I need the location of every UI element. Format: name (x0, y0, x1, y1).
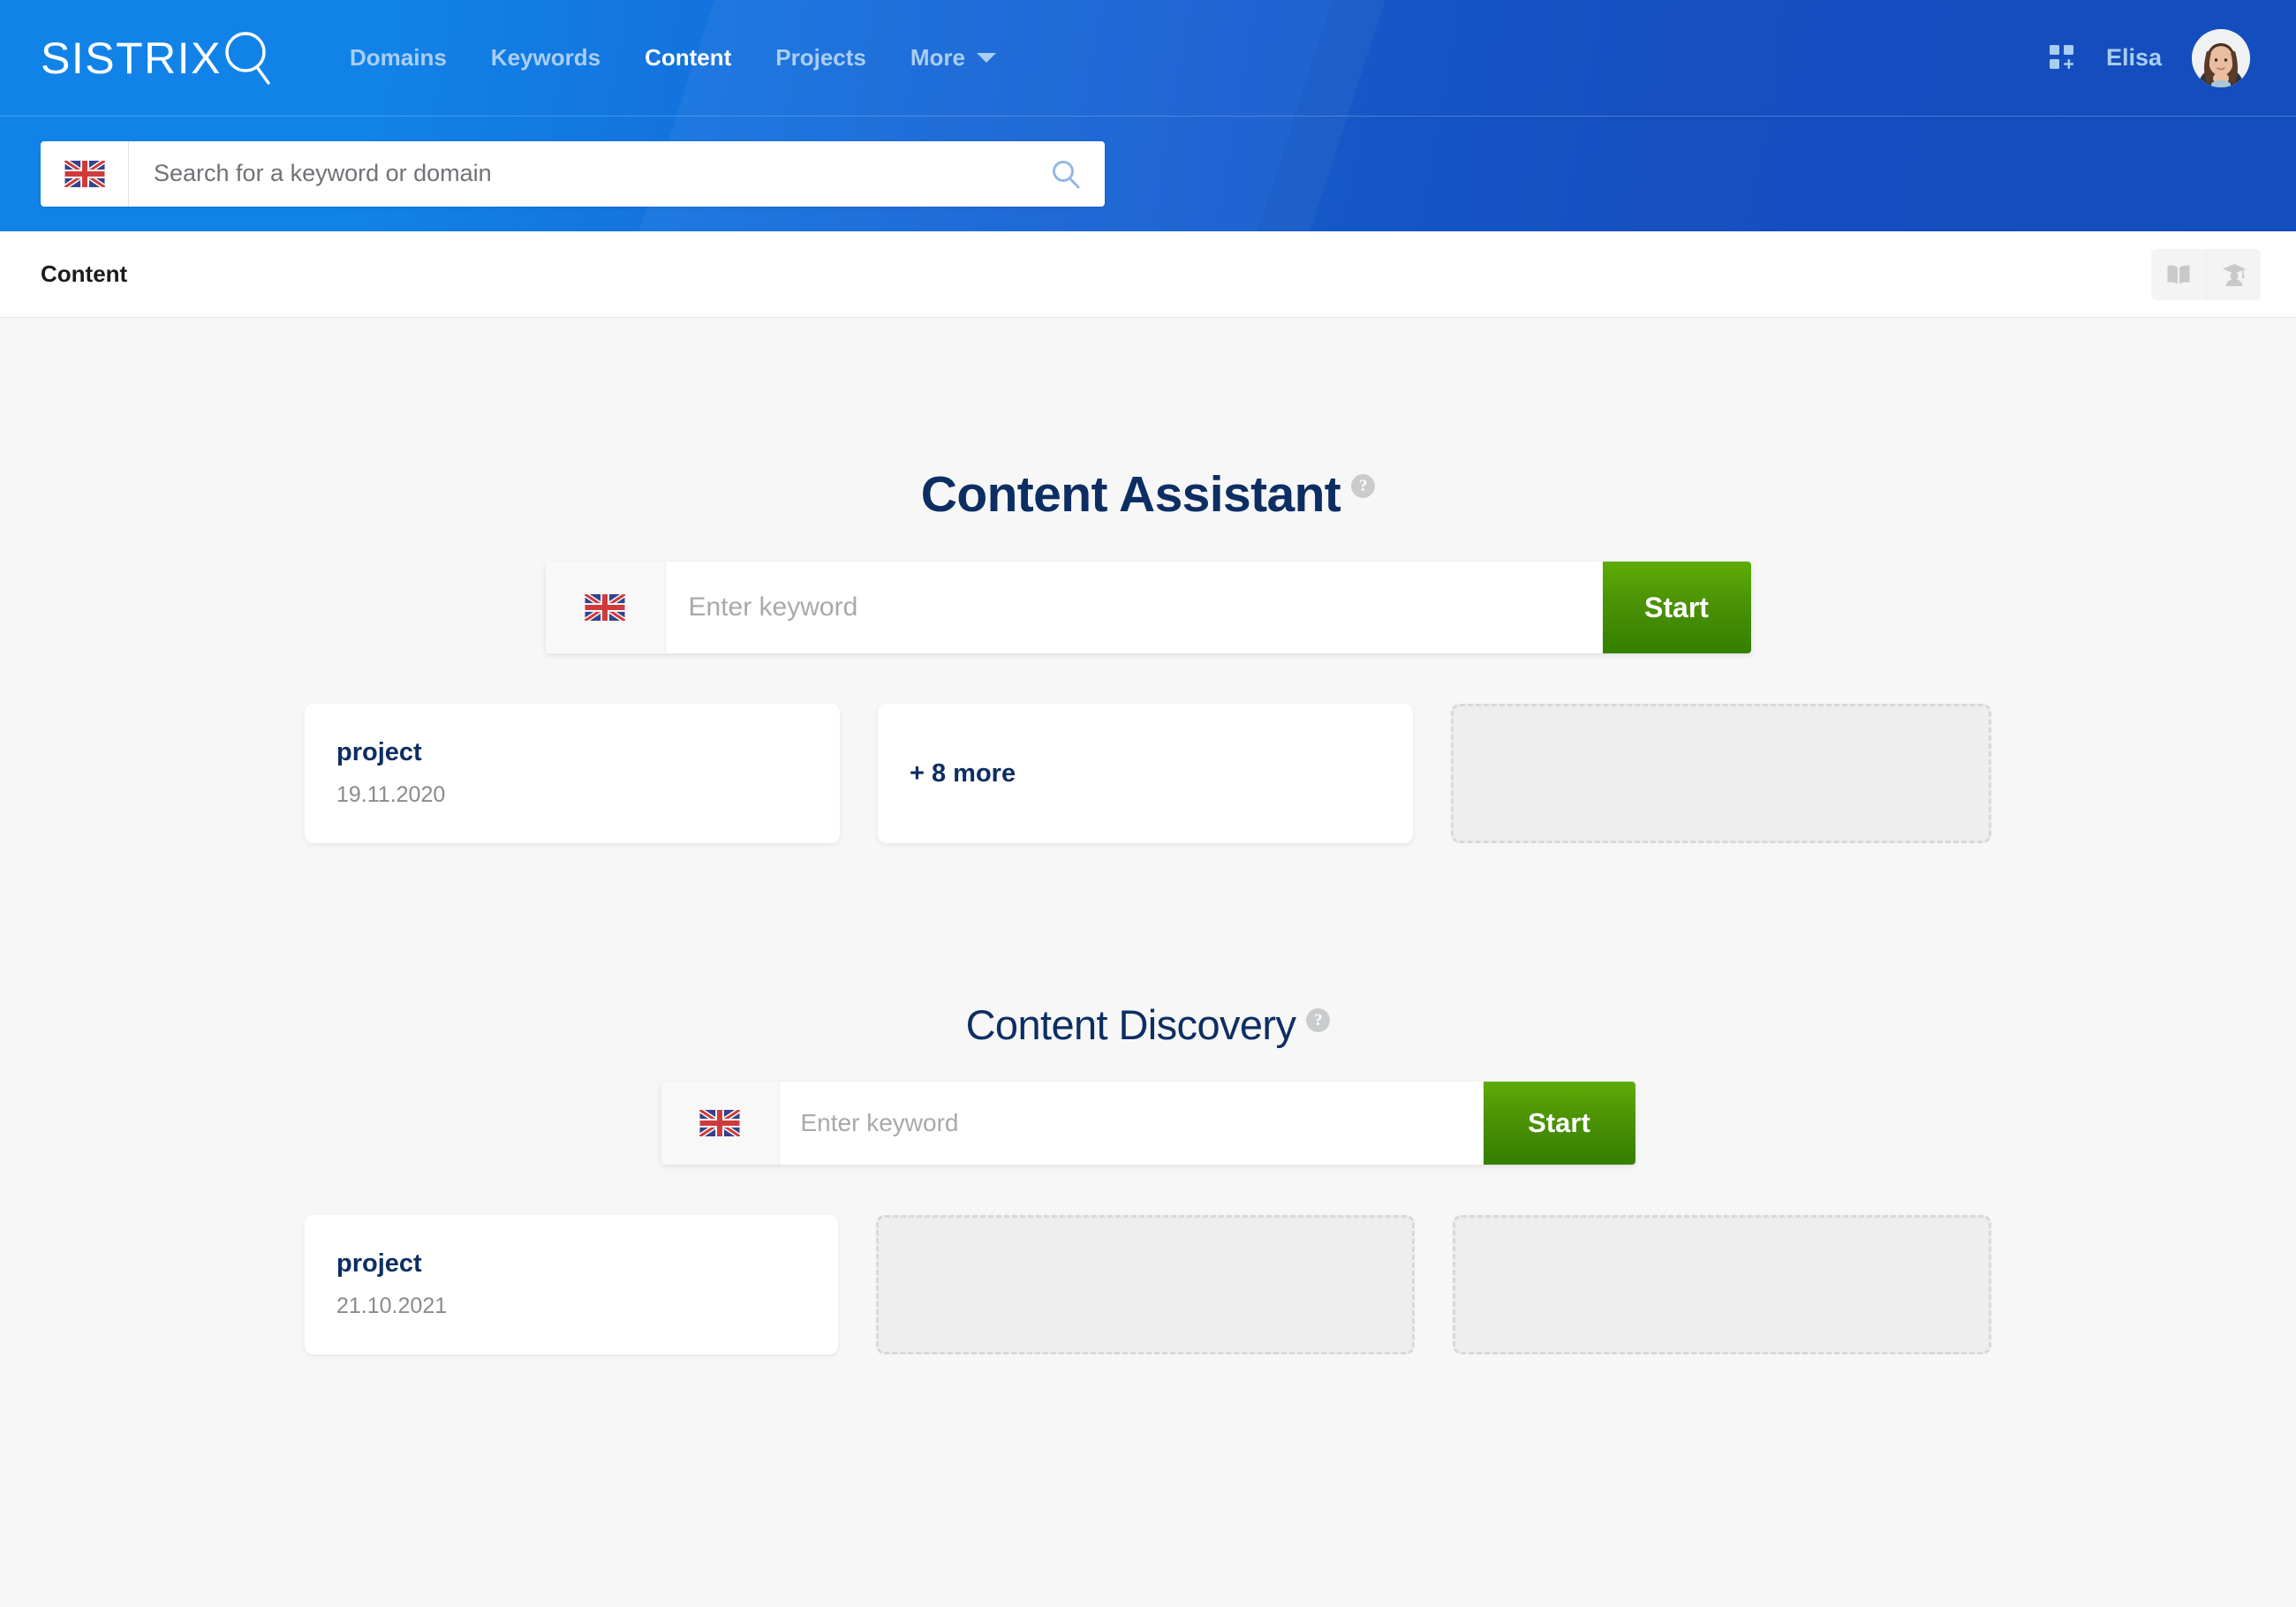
handbook-icon (2167, 265, 2190, 283)
content-discovery-country-selector[interactable] (661, 1082, 780, 1165)
content-assistant-start-button[interactable]: Start (1602, 562, 1751, 653)
content-assistant-title: Content Assistant (920, 466, 1341, 523)
project-card-title: project (336, 738, 422, 766)
section-content-discovery: Content Discovery ? Start (0, 1004, 2296, 1354)
user-name-label[interactable]: Elisa (2106, 44, 2162, 72)
content-assistant-title-row: Content Assistant ? (0, 470, 2296, 520)
nav-item-more[interactable]: More (888, 44, 1018, 72)
content-assistant-cards: project 19.11.2020 + 8 more (0, 704, 2296, 843)
nav-row: SISTRIX Domains Keywords Content Project… (0, 0, 2296, 117)
section-content-assistant: Content Assistant ? Start (0, 470, 2296, 843)
content-discovery-keyword-input[interactable] (779, 1082, 1484, 1165)
global-search-row (0, 117, 2296, 230)
nav-item-keywords[interactable]: Keywords (469, 44, 623, 72)
global-search-field-wrap (129, 141, 1105, 207)
empty-slot-card (1451, 704, 1991, 843)
content-discovery-search-row: Start (0, 1082, 2296, 1165)
more-projects-card[interactable]: + 8 more (878, 704, 1413, 843)
content-assistant-search-row: Start (0, 562, 2296, 653)
avatar[interactable] (2192, 28, 2250, 87)
project-card[interactable]: project 21.10.2021 (305, 1215, 838, 1354)
nav-item-more-label: More (910, 44, 965, 71)
header-right-cluster: Elisa (2049, 28, 2250, 87)
magnifier-icon (225, 31, 270, 85)
content-discovery-search-box: Start (661, 1082, 1635, 1165)
chevron-down-icon (977, 53, 996, 63)
nav-item-projects[interactable]: Projects (753, 44, 888, 72)
help-icon[interactable]: ? (1306, 1008, 1331, 1032)
academy-graduate-icon (2222, 263, 2246, 286)
main-nav: Domains Keywords Content Projects More (328, 44, 1018, 72)
logo-wordmark: SISTRIX (41, 33, 222, 83)
more-projects-label: + 8 more (910, 758, 1016, 788)
academy-button[interactable] (2206, 248, 2261, 300)
top-header: SISTRIX Domains Keywords Content Project… (0, 0, 2296, 231)
content-assistant-search-box: Start (545, 562, 1751, 653)
breadcrumb-bar: Content (0, 231, 2296, 318)
nav-item-domains[interactable]: Domains (328, 44, 469, 72)
uk-flag-icon (64, 160, 105, 187)
search-input[interactable] (154, 160, 1050, 187)
avatar-photo (2192, 28, 2250, 87)
help-icon[interactable]: ? (1351, 474, 1376, 498)
empty-slot-card (876, 1215, 1415, 1354)
nav-item-content[interactable]: Content (623, 44, 753, 72)
handbook-button[interactable] (2151, 249, 2206, 300)
apps-grid-plus-icon[interactable] (2049, 44, 2076, 72)
main-content: Content Assistant ? Start (0, 318, 2296, 1607)
country-selector[interactable] (41, 140, 129, 207)
content-discovery-cards: project 21.10.2021 (0, 1215, 2296, 1354)
project-card-date: 21.10.2021 (336, 1293, 448, 1318)
content-assistant-keyword-input[interactable] (665, 562, 1603, 653)
content-discovery-title: Content Discovery (965, 1001, 1296, 1048)
search-icon[interactable] (1050, 158, 1082, 190)
uk-flag-icon (585, 594, 625, 621)
project-card-date: 19.11.2020 (336, 781, 446, 807)
empty-slot-card (1453, 1215, 1991, 1354)
content-assistant-country-selector[interactable] (545, 562, 666, 653)
content-discovery-start-button[interactable]: Start (1483, 1082, 1635, 1165)
breadcrumb-actions (2151, 248, 2261, 300)
project-card-title: project (336, 1249, 422, 1278)
sistrix-logo[interactable]: SISTRIX (41, 30, 273, 87)
page-title: Content (41, 260, 128, 287)
uk-flag-icon (699, 1110, 740, 1136)
global-search-box (41, 140, 1105, 207)
project-card[interactable]: project 19.11.2020 (305, 704, 840, 843)
content-discovery-title-row: Content Discovery ? (0, 1004, 2296, 1045)
